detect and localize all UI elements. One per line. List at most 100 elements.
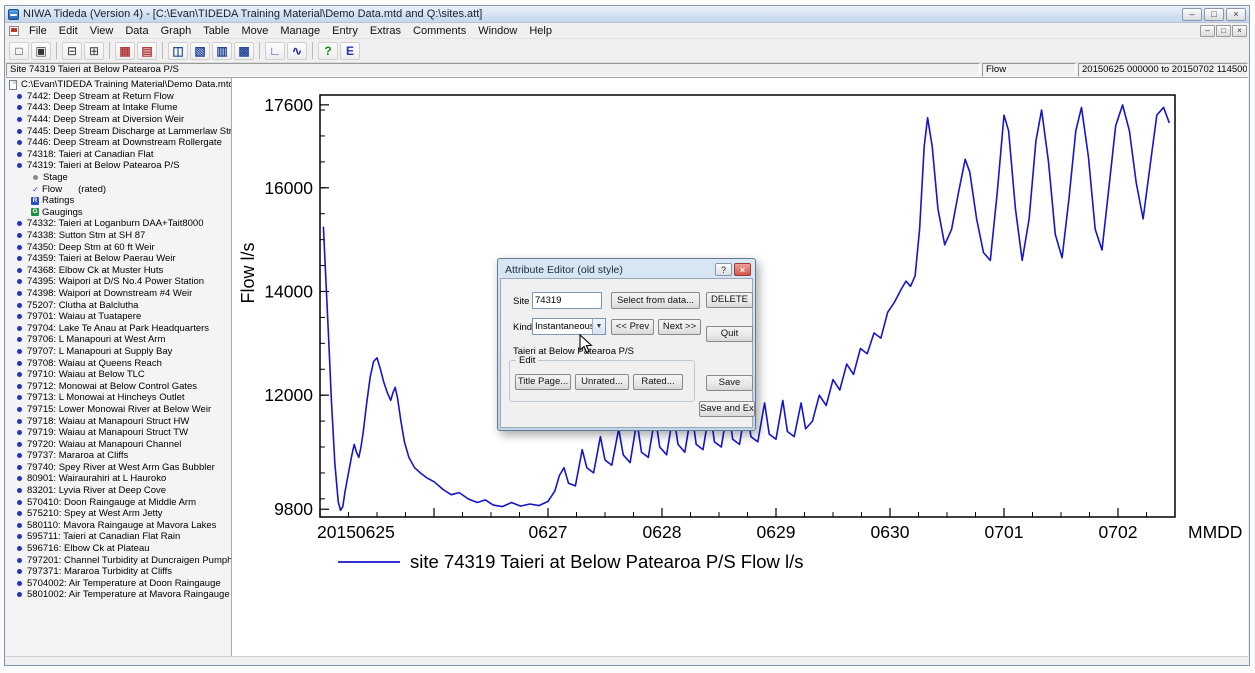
tree-site-item[interactable]: 580110: Mavora Raingauge at Mavora Lakes [6, 520, 231, 532]
axes-icon[interactable]: ∟ [265, 42, 285, 60]
tree-site-item[interactable]: 74395: Waipori at D/S No.4 Power Station [6, 276, 231, 288]
menu-entry[interactable]: Entry [326, 24, 364, 38]
select-from-data-button[interactable]: Select from data... [611, 292, 700, 309]
tree-site-item[interactable]: 595711: Taieri at Canadian Flat Rain [6, 531, 231, 543]
tree-site-item[interactable]: 7446: Deep Stream at Downstream Rollerga… [6, 137, 231, 149]
line-graph-icon[interactable]: ∿ [287, 42, 307, 60]
tree-site-item[interactable]: 79706: L Manapouri at West Arm [6, 334, 231, 346]
tree-site-item[interactable]: 74319: Taieri at Below Patearoa P/S [6, 160, 231, 172]
dialog-title-bar[interactable]: Attribute Editor (old style) ? × [500, 261, 753, 278]
tree-site-item[interactable]: 74332: Taieri at Loganburn DAA+Tait8000 [6, 218, 231, 230]
tree-site-item[interactable]: 575210: Spey at West Arm Jetty [6, 508, 231, 520]
save-button[interactable]: Save [706, 375, 753, 391]
site-bullet-icon [17, 117, 22, 122]
kind-dropdown[interactable]: Instantaneous ▼ [532, 318, 606, 335]
tree-site-item[interactable]: 83201: Lyvia River at Deep Cove [6, 485, 231, 497]
new-file-icon[interactable]: □ [9, 42, 29, 60]
tree-site-item[interactable]: 80901: Wairaurahiri at L Hauroko [6, 473, 231, 485]
tree-site-item[interactable]: 79737: Mararoa at Cliffs [6, 450, 231, 462]
tree-site-item[interactable]: 596716: Elbow Ck at Plateau [6, 543, 231, 555]
tree-site-item[interactable]: 79718: Waiau at Manapouri Struct HW [6, 415, 231, 427]
tree-site-item[interactable]: 79710: Waiau at Below TLC [6, 369, 231, 381]
mdi-restore-button[interactable]: □ [1216, 25, 1231, 37]
prev-button[interactable]: << Prev [611, 319, 654, 335]
tree-site-item[interactable]: 5801002: Air Temperature at Mavora Raing… [6, 589, 231, 601]
tree-site-item[interactable]: 74368: Elbow Ck at Muster Huts [6, 265, 231, 277]
flow-icon: ✓ [31, 185, 40, 194]
mdi-minimize-button[interactable]: – [1200, 25, 1215, 37]
menu-comments[interactable]: Comments [407, 24, 472, 38]
tree-site-item[interactable]: 79704: Lake Te Anau at Park Headquarters [6, 322, 231, 334]
tree-site-item[interactable]: 74318: Taieri at Canadian Flat [6, 149, 231, 161]
restore-button[interactable]: □ [1204, 8, 1224, 21]
site-input[interactable] [532, 292, 602, 309]
tree-site-item[interactable]: 7444: Deep Stream at Diversion Weir [6, 114, 231, 126]
tree-site-item[interactable]: 570410: Doon Raingauge at Middle Arm [6, 496, 231, 508]
tree-site-item[interactable]: 79740: Spey River at West Arm Gas Bubble… [6, 462, 231, 474]
menu-window[interactable]: Window [472, 24, 523, 38]
save-and-exit-button[interactable]: Save and Exit [699, 401, 755, 417]
tree-site-item[interactable]: 79713: L Monowai at Hincheys Outlet [6, 392, 231, 404]
tree-ratings-item[interactable]: RRatings [6, 195, 231, 207]
delete-button[interactable]: DELETE [706, 292, 753, 308]
close-button[interactable]: × [1226, 8, 1246, 21]
menu-manage[interactable]: Manage [274, 24, 326, 38]
tree-site-item[interactable]: 79707: L Manapouri at Supply Bay [6, 346, 231, 358]
tree-site-item[interactable]: 79701: Waiau at Tuatapere [6, 311, 231, 323]
menu-table[interactable]: Table [197, 24, 235, 38]
menu-extras[interactable]: Extras [364, 24, 407, 38]
tree-site-item[interactable]: 79715: Lower Monowai River at Below Weir [6, 404, 231, 416]
tree-site-item[interactable]: 7443: Deep Stream at Intake Flume [6, 102, 231, 114]
tree-flow-item[interactable]: ✓Flow(rated) [6, 183, 231, 195]
table-window-icon[interactable]: ▥ [212, 42, 232, 60]
minimize-button[interactable]: – [1182, 8, 1202, 21]
tree-site-item[interactable]: 79708: Waiau at Queens Reach [6, 357, 231, 369]
tree-site-item[interactable]: 74350: Deep Stm at 60 ft Weir [6, 241, 231, 253]
menu-view[interactable]: View [84, 24, 120, 38]
tile-windows-icon[interactable]: ◫ [168, 42, 188, 60]
title-bar[interactable]: NIWA Tideda (Version 4) - [C:\Evan\TIDED… [5, 6, 1249, 23]
editor-icon[interactable]: E [340, 42, 360, 60]
tree-root[interactable]: C:\Evan\TIDEDA Training Material\Demo Da… [6, 79, 231, 91]
menu-edit[interactable]: Edit [53, 24, 84, 38]
dialog-help-button[interactable]: ? [715, 263, 732, 276]
tree-site-item[interactable]: 79719: Waiau at Manapouri Struct TW [6, 427, 231, 439]
tree-site-item[interactable]: 74359: Taieri at Below Paerau Weir [6, 253, 231, 265]
sites-edit-icon[interactable]: ▤ [137, 42, 157, 60]
tree-site-item[interactable]: 79720: Waiau at Manapouri Channel [6, 438, 231, 450]
mdi-close-button[interactable]: × [1232, 25, 1247, 37]
chevron-down-icon[interactable]: ▼ [592, 319, 605, 334]
quit-button[interactable]: Quit [706, 326, 753, 342]
unrated-button[interactable]: Unrated... [575, 374, 629, 390]
tree-site-item[interactable]: 797201: Channel Turbidity at Duncraigen … [6, 554, 231, 566]
next-button[interactable]: Next >> [658, 319, 701, 335]
menu-help[interactable]: Help [523, 24, 558, 38]
tree-site-item[interactable]: 5704002: Air Temperature at Doon Raingau… [6, 578, 231, 590]
tree-site-item[interactable]: 74338: Sutton Stm at SH 87 [6, 230, 231, 242]
tree-site-item[interactable]: 79712: Monowai at Below Control Gates [6, 380, 231, 392]
mdi-child-icon[interactable] [9, 26, 19, 36]
title-page-button[interactable]: Title Page... [515, 374, 571, 390]
menu-file[interactable]: File [23, 24, 53, 38]
print-icon[interactable]: ⊟ [62, 42, 82, 60]
tree-site-item[interactable]: 7442: Deep Stream at Return Flow [6, 91, 231, 103]
menu-graph[interactable]: Graph [155, 24, 198, 38]
tree-site-item[interactable]: 75207: Clutha at Balclutha [6, 299, 231, 311]
graph-window-icon[interactable]: ▧ [190, 42, 210, 60]
tree-stage-item[interactable]: Stage [6, 172, 231, 184]
tree-site-item[interactable]: 797371: Mararoa Turbidity at Cliffs [6, 566, 231, 578]
site-label: Site [513, 296, 529, 307]
rated-button[interactable]: Rated... [633, 374, 683, 390]
dialog-close-button[interactable]: × [734, 263, 751, 276]
copy-icon[interactable]: ▣ [31, 42, 51, 60]
print-preview-icon[interactable]: ⊞ [84, 42, 104, 60]
tree-site-item[interactable]: 74398: Waipori at Downstream #4 Weir [6, 288, 231, 300]
sites-table-icon[interactable]: ▦ [115, 42, 135, 60]
help-icon[interactable]: ? [318, 42, 338, 60]
menu-data[interactable]: Data [119, 24, 154, 38]
cascade-windows-icon[interactable]: ▩ [234, 42, 254, 60]
tree-site-item[interactable]: 7445: Deep Stream Discharge at Lammerlaw… [6, 125, 231, 137]
toolbar-separator [259, 42, 260, 59]
tree-gaugings-item[interactable]: GGaugings [6, 207, 231, 219]
menu-move[interactable]: Move [235, 24, 274, 38]
